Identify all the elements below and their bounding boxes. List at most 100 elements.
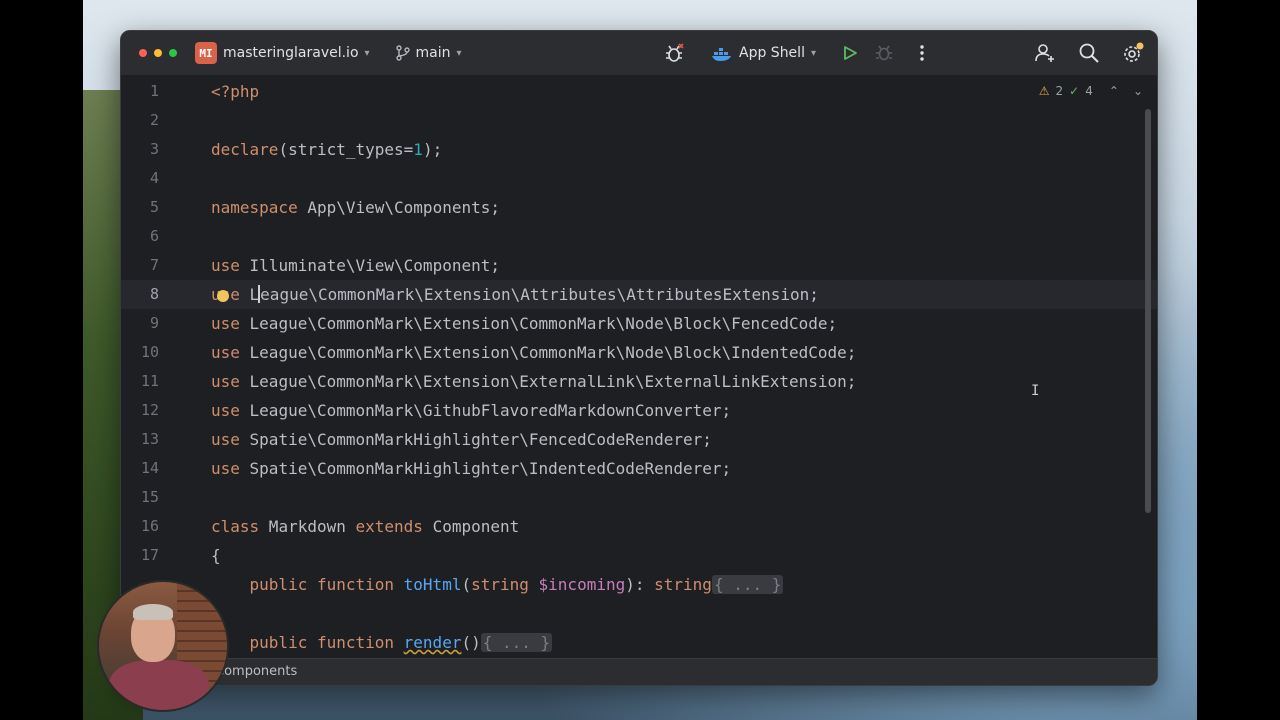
code-line: 15 [121,483,1157,512]
search-icon[interactable] [1075,39,1103,67]
code-token: ); [422,140,443,159]
inspection-widget[interactable]: ⚠ 2 ✓ 4 ⌃ ⌄ [1039,84,1143,98]
code-token: League\CommonMark\GithubFlavoredMarkdown… [239,401,732,420]
code-text: namespace App\View\Components; [211,193,500,222]
ide-window: MI masteringlaravel.io ▾ main ▾ App Shel… [120,30,1158,686]
code-token: ( [461,575,472,594]
code-line: 3 declare(strict_types=1); [121,135,1157,164]
code-line: 4 [121,164,1157,193]
code-line: 2 [121,106,1157,135]
code-token: (strict_types= [278,140,414,159]
code-token: ): [625,575,655,594]
breadcrumb[interactable]: Components [215,659,297,685]
line-number: 12 [140,401,159,419]
keyword: use [211,256,240,275]
code-token: L [239,285,260,304]
code-line: public function toHtml(string $incoming)… [121,570,1157,599]
chevron-down-icon[interactable]: ⌄ [1133,84,1143,98]
code-token: Illuminate\View\Component; [239,256,500,275]
line-number: 3 [149,140,159,158]
code-token: Spatie\CommonMarkHighlighter\FencedCodeR… [239,430,712,449]
folded-code-block[interactable]: { ... } [711,575,784,594]
toolbar-right [1031,31,1147,75]
run-play-icon[interactable] [836,39,864,67]
code-token: League\CommonMark\Extension\CommonMark\N… [239,314,838,333]
code-text: class Markdown extends Component [211,512,519,541]
keyword: use [211,401,240,420]
code-text: <?php [211,82,260,101]
line-number: 5 [149,198,159,216]
chevron-down-icon: ▾ [456,47,462,59]
code-text: use League\CommonMark\GithubFlavoredMark… [211,396,731,425]
code-line: 9 use League\CommonMark\Extension\Common… [121,309,1157,338]
code-text: use League\CommonMark\Extension\CommonMa… [211,338,856,367]
keyword: namespace [211,198,298,217]
line-number: 2 [149,111,159,129]
keyword: declare [211,140,279,159]
code-line: 11 use League\CommonMark\Extension\Exter… [121,367,1157,396]
code-text: use League\CommonMark\Extension\Attribut… [211,280,819,309]
line-number: 16 [140,517,159,535]
code-line: public function render(){ ... } [121,628,1157,657]
keyword: use [211,459,240,478]
code-text: use Spatie\CommonMarkHighlighter\Indente… [211,454,731,483]
code-token: App\View\Components; [297,198,500,217]
branch-name: main [415,45,451,61]
minimize-window-button[interactable] [154,49,162,57]
project-selector[interactable]: MI masteringlaravel.io ▾ [195,42,370,64]
keyword: extends [355,517,423,536]
keyword: use [211,372,240,391]
run-config-name: App Shell [739,45,805,61]
project-badge: MI [195,42,217,64]
line-number: 4 [149,169,159,187]
line-number: 7 [149,256,159,274]
settings-gear-icon[interactable] [1119,39,1147,67]
docker-icon [712,48,731,61]
more-options-icon[interactable] [908,39,936,67]
webcam-overlay [97,580,229,712]
branch-selector[interactable]: main ▾ [395,45,462,61]
ok-count: 4 [1085,84,1093,98]
run-configuration-selector[interactable]: App Shell ▾ [711,44,816,62]
line-number: 10 [140,343,159,361]
code-token: () [461,633,481,652]
code-text: use League\CommonMark\Extension\CommonMa… [211,309,837,338]
code-line: 16 class Markdown extends Component [121,512,1157,541]
number-literal: 1 [413,140,423,159]
code-line: 7 use Illuminate\View\Component; [121,251,1157,280]
window-controls [139,49,177,57]
maximize-window-button[interactable] [169,49,177,57]
toolbar-center: App Shell ▾ [661,31,936,75]
keyword: use [211,430,240,449]
close-window-button[interactable] [139,49,147,57]
add-user-icon[interactable] [1031,39,1059,67]
chevron-up-icon[interactable]: ⌃ [1109,84,1119,98]
line-number: 9 [149,314,159,332]
code-line: 12 use League\CommonMark\GithubFlavoredM… [121,396,1157,425]
keyword: string [654,575,712,594]
code-token: Markdown [259,517,356,536]
vertical-scrollbar[interactable] [1145,109,1151,513]
warning-icon: ⚠ [1038,84,1050,98]
function-name: render [403,633,462,652]
webcam-person-hair [133,604,173,620]
debug-icon[interactable] [870,39,898,67]
warning-count: 2 [1055,84,1064,98]
webcam-person-body [109,660,209,710]
keyword: function [307,633,404,652]
lightbulb-icon[interactable] [217,290,229,302]
keyword: class [211,517,260,536]
code-text: { [211,546,221,565]
code-text: use Spatie\CommonMarkHighlighter\FencedC… [211,425,712,454]
code-line-current: 8 use League\CommonMark\Extension\Attrib… [121,280,1157,309]
code-line: 14 use Spatie\CommonMarkHighlighter\Inde… [121,454,1157,483]
keyword: use [211,314,240,333]
code-token: eague\CommonMark\Extension\Attributes\At… [260,285,819,304]
keyword: function [307,575,404,594]
git-branch-icon [395,45,410,61]
debug-bug-error-icon[interactable] [661,39,689,67]
folded-code-block[interactable]: { ... } [480,633,553,652]
code-editor[interactable]: 1 <?php 2 3 declare(strict_types=1); 4 5… [121,76,1157,659]
project-name: masteringlaravel.io [223,45,359,61]
